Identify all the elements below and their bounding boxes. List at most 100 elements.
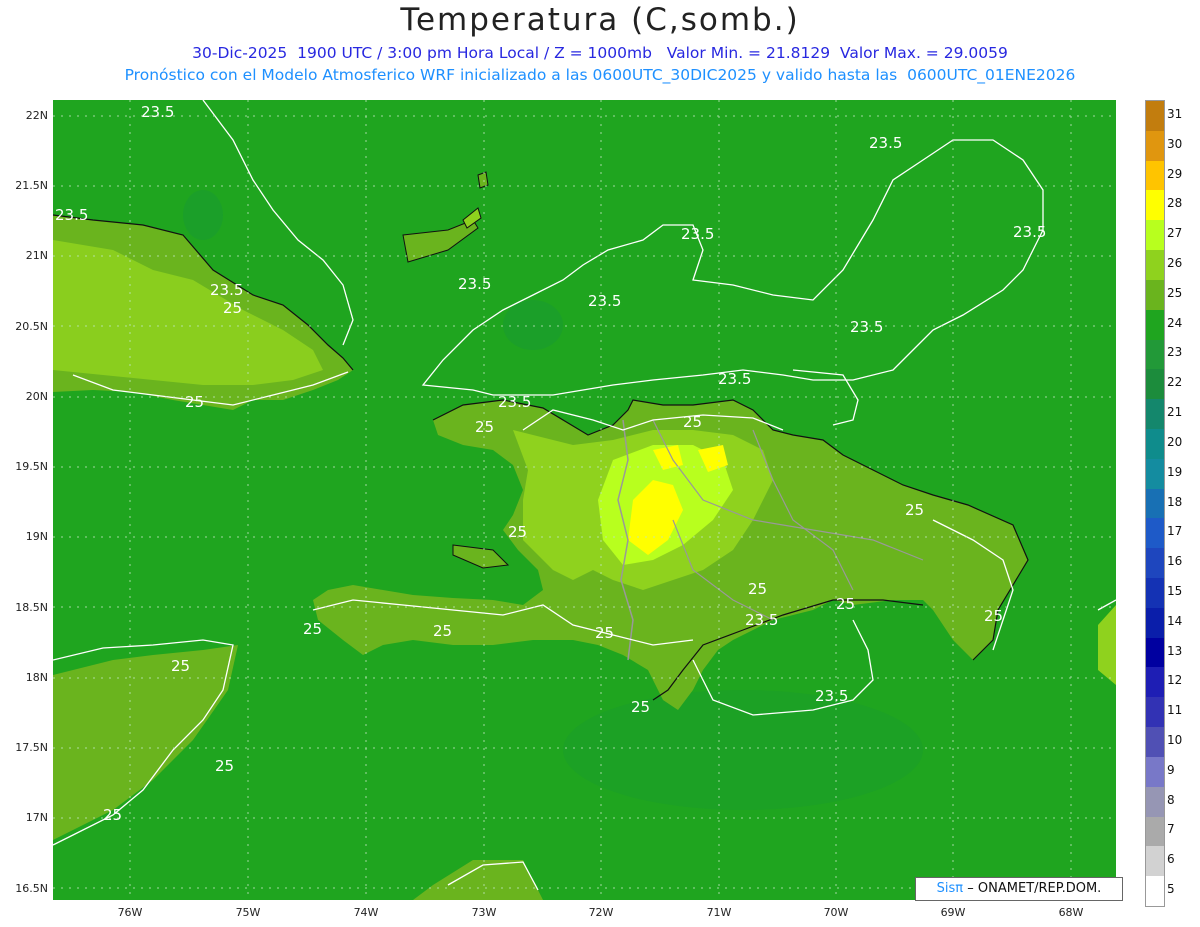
contour-label: 23.5 (1013, 223, 1046, 241)
colorbar-label: 9 (1167, 762, 1175, 777)
lat-label: 18.5N (15, 601, 48, 614)
credit-box: Sisπ – ONAMET/REP.DOM. (915, 877, 1123, 901)
ocean-cooler-spot (503, 300, 563, 350)
map-canvas: 23.5 23.5 23.5 25 23.5 23.5 23.5 23.5 23… (53, 100, 1116, 900)
colorbar-label: 21 (1167, 405, 1183, 420)
contour-label: 23.5 (210, 281, 243, 299)
contour-label: 25 (433, 622, 452, 640)
colorbar-swatch (1146, 101, 1164, 131)
contour-label: 23.5 (588, 292, 621, 310)
colorbar-swatch (1146, 816, 1164, 847)
contour-label: 23.5 (681, 225, 714, 243)
contour-label: 25 (905, 501, 924, 519)
colorbar-swatch (1146, 488, 1164, 519)
contour-label: 25 (223, 299, 242, 317)
lat-label: 22N (25, 109, 48, 122)
colorbar-swatch (1146, 190, 1164, 221)
colorbar-label: 18 (1167, 494, 1183, 509)
ocean-cooler-spot (183, 190, 223, 240)
colorbar-swatch (1146, 369, 1164, 400)
colorbar-swatch (1146, 518, 1164, 549)
lat-label: 20N (25, 390, 48, 403)
colorbar-label: 20 (1167, 434, 1183, 449)
colorbar-label: 12 (1167, 673, 1183, 688)
map-title: Temperatura (C,somb.) (400, 2, 800, 38)
lon-label: 68W (1058, 906, 1084, 919)
colorbar-label: 27 (1167, 226, 1183, 241)
contour-label: 23.5 (458, 275, 491, 293)
contour-label: 25 (595, 624, 614, 642)
colorbar-label: 15 (1167, 583, 1183, 598)
contour-label: 23.5 (850, 318, 883, 336)
contour-label: 25 (171, 657, 190, 675)
colorbar-swatch (1146, 339, 1164, 370)
colorbar-swatch (1146, 607, 1164, 638)
colorbar-swatch (1146, 786, 1164, 817)
contour-label: 23.5 (815, 687, 848, 705)
lon-label: 76W (117, 906, 143, 919)
contour-label: 23.5 (55, 206, 88, 224)
lat-label: 21N (25, 249, 48, 262)
colorbar-swatch (1146, 399, 1164, 429)
colorbar-label: 22 (1167, 375, 1183, 390)
contour-label: 25 (984, 607, 1003, 625)
lon-label: 70W (823, 906, 849, 919)
lat-label: 16.5N (15, 882, 48, 895)
lat-label: 19.5N (15, 460, 48, 473)
lat-label: 17N (25, 811, 48, 824)
contour-label: 23.5 (718, 370, 751, 388)
lon-label: 72W (588, 906, 614, 919)
lat-label: 20.5N (15, 320, 48, 333)
colorbar-label: 30 (1167, 136, 1183, 151)
colorbar-label: 26 (1167, 255, 1183, 270)
sispi-logo-text: Sisπ (936, 881, 964, 896)
colorbar-swatch (1146, 548, 1164, 578)
temperature-map: 23.5 23.5 23.5 25 23.5 23.5 23.5 23.5 23… (53, 100, 1116, 900)
contour-label: 25 (215, 757, 234, 775)
colorbar-label: 28 (1167, 196, 1183, 211)
lon-label: 75W (235, 906, 261, 919)
credit-organization: – ONAMET/REP.DOM. (967, 881, 1102, 896)
contour-label: 25 (748, 580, 767, 598)
contour-label: 25 (631, 698, 650, 716)
colorbar-label: 13 (1167, 643, 1183, 658)
lon-label: 74W (353, 906, 379, 919)
temperature-colorbar (1145, 100, 1165, 907)
colorbar-swatch (1146, 428, 1164, 459)
colorbar-swatch (1146, 727, 1164, 757)
contour-label: 25 (683, 413, 702, 431)
contour-label: 25 (836, 595, 855, 613)
lon-label: 73W (471, 906, 497, 919)
colorbar-swatch (1146, 637, 1164, 668)
colorbar-label: 23 (1167, 345, 1183, 360)
colorbar-swatch (1146, 697, 1164, 728)
contour-label: 25 (475, 418, 494, 436)
colorbar-label: 11 (1167, 703, 1183, 718)
colorbar-label: 19 (1167, 464, 1183, 479)
colorbar-swatch (1146, 279, 1164, 310)
colorbar-swatch (1146, 250, 1164, 280)
contour-label: 25 (103, 806, 122, 824)
colorbar-swatch (1146, 458, 1164, 489)
lon-label: 71W (706, 906, 732, 919)
colorbar-label: 31 (1167, 106, 1183, 121)
colorbar-swatch (1146, 578, 1164, 608)
colorbar-label: 8 (1167, 792, 1175, 807)
colorbar-label: 24 (1167, 315, 1183, 330)
colorbar-swatch (1146, 846, 1164, 877)
colorbar-label: 10 (1167, 733, 1183, 748)
colorbar-swatch (1146, 309, 1164, 340)
lat-label: 19N (25, 530, 48, 543)
colorbar-swatch (1146, 756, 1164, 787)
colorbar-label: 17 (1167, 524, 1183, 539)
contour-label: 23.5 (745, 611, 778, 629)
lat-label: 21.5N (15, 179, 48, 192)
contour-label: 23.5 (498, 393, 531, 411)
contour-label: 23.5 (141, 103, 174, 121)
contour-label: 25 (508, 523, 527, 541)
contour-label: 25 (185, 393, 204, 411)
colorbar-label: 7 (1167, 822, 1175, 837)
model-run-subtitle: Pronóstico con el Modelo Atmosferico WRF… (124, 66, 1076, 84)
colorbar-swatch (1146, 667, 1164, 698)
lat-label: 18N (25, 671, 48, 684)
